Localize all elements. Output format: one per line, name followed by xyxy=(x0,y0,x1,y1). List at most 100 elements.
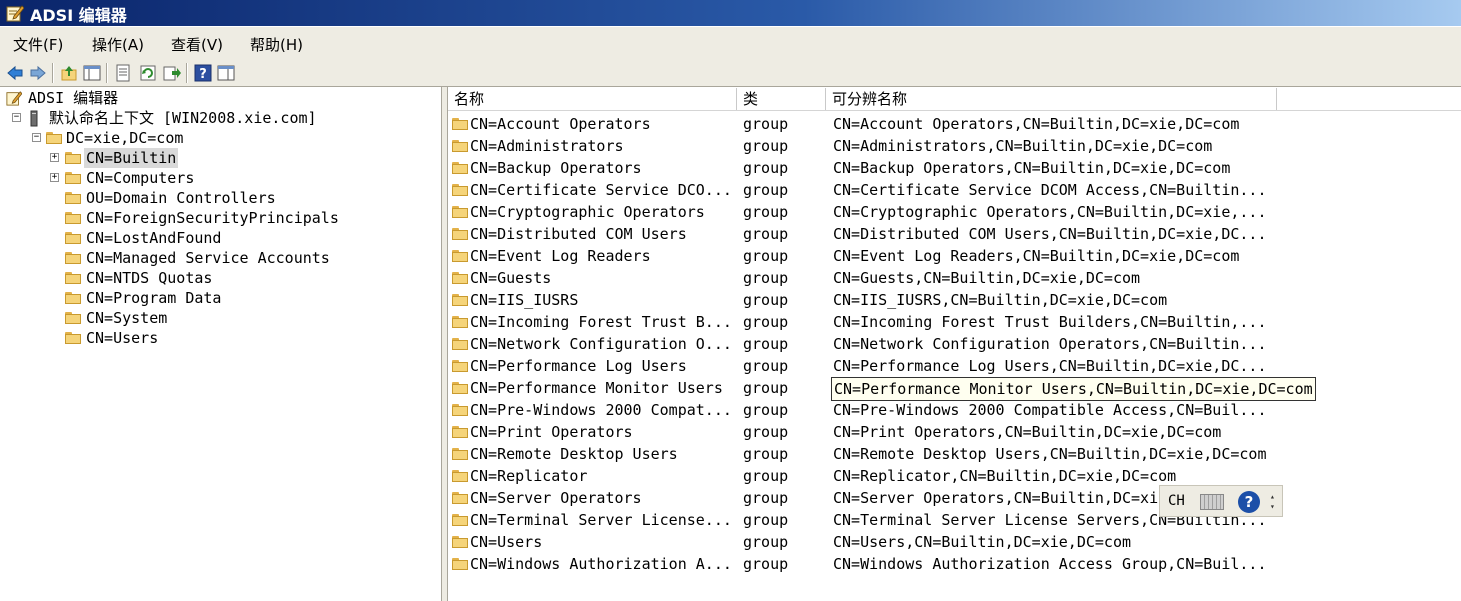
show-hide-tree-icon[interactable] xyxy=(83,64,101,82)
cell-name: CN=IIS_IUSRS xyxy=(470,291,579,309)
menu-help[interactable]: 帮助(H) xyxy=(250,34,303,55)
list-row[interactable]: CN=Replicator group CN=Replicator,CN=Built… xyxy=(448,465,1461,487)
menu-action[interactable]: 操作(A) xyxy=(92,34,144,55)
menu-file[interactable]: 文件(F) xyxy=(13,34,63,55)
show-action-pane-icon[interactable] xyxy=(217,64,235,82)
folder-icon xyxy=(452,360,468,372)
tree-node[interactable]: OU=Domain Controllers xyxy=(0,188,420,208)
list-row[interactable]: CN=Guests group CN=Guests,CN=Builtin,DC=xi… xyxy=(448,267,1461,289)
cell-name: CN=Print Operators xyxy=(470,423,633,441)
tree-node[interactable]: CN=System xyxy=(0,308,420,328)
tree-node-label: CN=Program Data xyxy=(86,289,222,307)
list-row[interactable]: CN=Users group CN=Users,CN=Builtin,DC=xie,… xyxy=(448,531,1461,553)
tree-node[interactable]: CN=Managed Service Accounts xyxy=(0,248,420,268)
language-indicator[interactable]: CH xyxy=(1168,493,1185,509)
list-row[interactable]: CN=Event Log Readers group CN=Event Log Re… xyxy=(448,245,1461,267)
cell-dn: CN=Performance Log Users,CN=Builtin,DC=x… xyxy=(833,357,1267,375)
adsi-edit-icon xyxy=(6,91,22,106)
list-row[interactable]: CN=Terminal Server License... group CN=Ter… xyxy=(448,509,1461,531)
cell-class: group xyxy=(743,511,789,529)
results-pane: 名称 类 可分辨名称 CN=Account Operators group CN=A… xyxy=(448,87,1461,601)
list-row[interactable]: CN=Print Operators group CN=Print Operator… xyxy=(448,421,1461,443)
cell-name: CN=Pre-Windows 2000 Compat... xyxy=(470,401,732,419)
cell-class: group xyxy=(743,137,789,155)
tree-node[interactable]: CN=NTDS Quotas xyxy=(0,268,420,288)
list-row[interactable]: CN=Distributed COM Users group CN=Distribu… xyxy=(448,223,1461,245)
cell-class: group xyxy=(743,489,789,507)
adsi-edit-icon xyxy=(6,5,24,22)
forward-icon[interactable] xyxy=(29,64,47,82)
folder-icon xyxy=(65,232,81,244)
folder-icon xyxy=(46,132,62,144)
console-tree: ADSI 编辑器 − 默认命名上下文 [WIN2008.xie.com] − D… xyxy=(0,87,442,601)
list-row[interactable]: CN=Certificate Service DCO... group CN=Cer… xyxy=(448,179,1461,201)
column-header-name[interactable]: 名称 xyxy=(448,88,737,110)
collapse-icon[interactable]: − xyxy=(32,133,41,142)
svg-text:?: ? xyxy=(199,67,207,82)
folder-icon xyxy=(65,312,81,324)
cell-class: group xyxy=(743,247,789,265)
help-circle-icon[interactable]: ? xyxy=(1238,491,1260,513)
options-arrow-icon[interactable]: ▴ ▾ xyxy=(1270,492,1278,512)
window-title: ADSI 编辑器 xyxy=(30,6,127,25)
tree-node[interactable]: CN=Users xyxy=(0,328,420,348)
tree-node[interactable]: CN=ForeignSecurityPrincipals xyxy=(0,208,420,228)
up-level-icon[interactable] xyxy=(60,64,78,82)
tree-node[interactable]: CN=Program Data xyxy=(0,288,420,308)
cell-name: CN=Account Operators xyxy=(470,115,651,133)
cell-class: group xyxy=(743,313,789,331)
column-header-class[interactable]: 类 xyxy=(737,88,826,110)
list-row[interactable]: CN=Incoming Forest Trust B... group CN=Inc… xyxy=(448,311,1461,333)
cell-dn: CN=Cryptographic Operators,CN=Builtin,DC… xyxy=(833,203,1267,221)
tree-node[interactable]: + CN=Builtin xyxy=(0,148,420,168)
expand-icon[interactable]: + xyxy=(50,153,59,162)
cell-name: CN=Users xyxy=(470,533,543,551)
cell-dn: CN=Backup Operators,CN=Builtin,DC=xie,DC… xyxy=(833,159,1231,177)
keyboard-icon[interactable] xyxy=(1200,494,1224,510)
folder-icon xyxy=(452,118,468,130)
list-row[interactable]: CN=Remote Desktop Users group CN=Remote De… xyxy=(448,443,1461,465)
cell-dn: CN=Print Operators,CN=Builtin,DC=xie,DC=… xyxy=(833,423,1222,441)
tree-domain[interactable]: − DC=xie,DC=com xyxy=(0,128,420,148)
list-row[interactable]: CN=Account Operators group CN=Account Oper… xyxy=(448,113,1461,135)
list-row[interactable]: CN=Performance Log Users group CN=Performa… xyxy=(448,355,1461,377)
list-row[interactable]: CN=Windows Authorization A... group CN=Win… xyxy=(448,553,1461,575)
cell-dn: CN=Incoming Forest Trust Builders,CN=Bui… xyxy=(833,313,1267,331)
tree-node-label: CN=System xyxy=(86,309,168,327)
tree-node-label: OU=Domain Controllers xyxy=(86,189,276,207)
list-row[interactable]: CN=Administrators group CN=Administrators,… xyxy=(448,135,1461,157)
help-icon[interactable]: ? xyxy=(194,64,212,82)
cell-class: group xyxy=(743,401,789,419)
tree-root[interactable]: ADSI 编辑器 xyxy=(6,88,426,108)
cell-dn: CN=Remote Desktop Users,CN=Builtin,DC=xi… xyxy=(833,445,1267,463)
tree-node[interactable]: + CN=Computers xyxy=(0,168,420,188)
cell-class: group xyxy=(743,357,789,375)
collapse-icon[interactable]: − xyxy=(12,113,21,122)
list-row[interactable]: CN=Pre-Windows 2000 Compat... group CN=Pre… xyxy=(448,399,1461,421)
cell-class: group xyxy=(743,181,789,199)
tree-naming-context[interactable]: − 默认命名上下文 [WIN2008.xie.com] xyxy=(0,108,420,128)
expand-icon[interactable]: + xyxy=(50,173,59,182)
cell-class: group xyxy=(743,335,789,353)
tree-node[interactable]: CN=LostAndFound xyxy=(0,228,420,248)
column-header-dn[interactable]: 可分辨名称 xyxy=(826,88,1277,110)
cell-dn-tooltip: CN=Performance Monitor Users,CN=Builtin,… xyxy=(831,377,1316,401)
cell-class: group xyxy=(743,423,789,441)
cell-name: CN=Performance Monitor Users xyxy=(470,379,723,397)
list-row[interactable]: CN=Server Operators group CN=Server Operat… xyxy=(448,487,1461,509)
properties-icon[interactable] xyxy=(114,64,132,82)
export-list-icon[interactable] xyxy=(163,64,181,82)
list-row[interactable]: CN=Network Configuration O... group CN=Net… xyxy=(448,333,1461,355)
back-icon[interactable] xyxy=(6,64,24,82)
menu-view[interactable]: 查看(V) xyxy=(171,34,223,55)
folder-icon xyxy=(452,250,468,262)
refresh-icon[interactable] xyxy=(139,64,157,82)
folder-icon xyxy=(452,536,468,548)
list-row[interactable]: CN=Cryptographic Operators group CN=Crypto… xyxy=(448,201,1461,223)
list-row[interactable]: CN=Backup Operators group CN=Backup Operat… xyxy=(448,157,1461,179)
list-row[interactable]: CN=Performance Monitor Users group CN=Perf… xyxy=(448,377,1461,401)
cell-dn: CN=Windows Authorization Access Group,CN… xyxy=(833,555,1267,573)
list-row[interactable]: CN=IIS_IUSRS group CN=IIS_IUSRS,CN=Builtin… xyxy=(448,289,1461,311)
cell-dn: CN=IIS_IUSRS,CN=Builtin,DC=xie,DC=com xyxy=(833,291,1168,309)
folder-icon xyxy=(452,492,468,504)
